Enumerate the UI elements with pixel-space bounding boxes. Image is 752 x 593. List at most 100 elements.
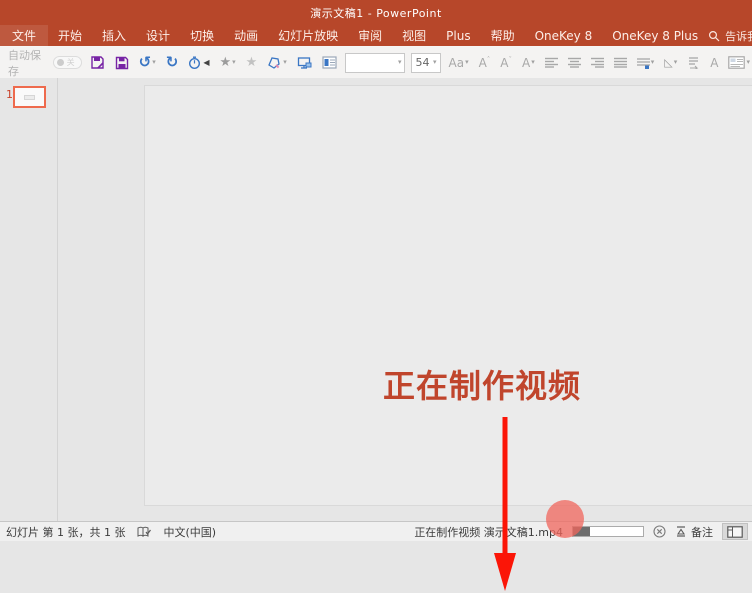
chevron-down-icon: ▾	[746, 59, 750, 66]
tab-animations[interactable]: 动画	[224, 25, 268, 47]
chevron-down-icon: ▾	[398, 59, 402, 66]
spellcheck-icon[interactable]	[137, 526, 151, 538]
tab-help[interactable]: 帮助	[481, 25, 525, 47]
language-indicator[interactable]: 中文(中国)	[163, 524, 216, 540]
tellme-search[interactable]: 告诉我你想要做什么	[708, 28, 752, 44]
redo-button[interactable]: ↻	[164, 54, 181, 71]
export-progress-fill	[573, 527, 590, 536]
tab-onekey8plus[interactable]: OneKey 8 Plus	[602, 25, 708, 47]
slide-thumbnail-panel: 1	[0, 78, 58, 521]
tab-view[interactable]: 视图	[392, 25, 436, 47]
tab-file[interactable]: 文件	[0, 25, 48, 47]
tab-transitions[interactable]: 切换	[180, 25, 224, 47]
chevron-down-icon: ▾	[651, 59, 655, 66]
align-left-icon	[545, 57, 558, 68]
annotation-arrow-icon	[492, 415, 518, 593]
export-status-text: 正在制作视频 演示文稿1.mp4	[414, 524, 563, 540]
chevron-down-icon: ▾	[674, 59, 678, 66]
document-preview-button[interactable]	[320, 55, 339, 70]
cancel-export-icon[interactable]	[653, 525, 666, 538]
title-bar: 演示文稿1 - PowerPoint	[0, 0, 752, 25]
window-title: 演示文稿1 - PowerPoint	[310, 5, 442, 21]
redo-icon: ↻	[166, 55, 179, 70]
chevron-down-icon: ▾	[433, 59, 437, 66]
font-name-combobox[interactable]: ▾	[345, 53, 406, 73]
tab-onekey8[interactable]: OneKey 8	[525, 25, 603, 47]
align-right-button[interactable]	[589, 56, 606, 69]
tab-home[interactable]: 开始	[48, 25, 92, 47]
slide-layout-button[interactable]: ▾	[726, 55, 752, 70]
tab-review[interactable]: 审阅	[348, 25, 392, 47]
rehearse-timings-button[interactable]: ◀	[186, 55, 211, 71]
monitor-icon	[297, 56, 312, 70]
align-center-button[interactable]	[566, 56, 583, 69]
normal-view-button[interactable]	[722, 523, 748, 540]
statusbar-left: 幻灯片 第 1 张，共 1 张 中文(中国)	[4, 524, 216, 540]
chevron-down-icon: ▾	[283, 59, 287, 66]
font-color-button[interactable]: A ▾	[520, 56, 537, 70]
chevron-down-icon: ▾	[465, 59, 469, 66]
status-bar: 幻灯片 第 1 张，共 1 张 中文(中国) 正在制作视频 演示文稿1.mp4 …	[0, 521, 752, 541]
text-direction-button[interactable]	[685, 56, 702, 70]
change-case-button[interactable]: Aa ▾	[447, 56, 471, 70]
save-button[interactable]	[113, 55, 131, 71]
thumbnail-placeholder	[24, 95, 35, 100]
present-online-button[interactable]	[295, 55, 314, 71]
font-size-combobox[interactable]: 54 ▾	[411, 53, 440, 73]
align-left-button[interactable]	[543, 56, 560, 69]
animation-style-button[interactable]: ★	[244, 55, 260, 70]
play-animation-button[interactable]: ★ ▾	[217, 55, 237, 70]
annotation-text: 正在制作视频	[383, 361, 598, 407]
shrink-font-button[interactable]: Aˇ	[498, 56, 514, 70]
notes-icon	[675, 526, 687, 537]
document-icon	[322, 56, 337, 69]
powerpoint-window: 演示文稿1 - PowerPoint 文件 开始 插入 设计 切换 动画 幻灯片…	[0, 0, 752, 541]
layout-icon	[728, 56, 745, 69]
character-button[interactable]: A	[708, 56, 720, 70]
freeform-shape-icon	[267, 56, 282, 70]
indent-icon	[637, 57, 650, 69]
tab-insert[interactable]: 插入	[92, 25, 136, 47]
font-size-value: 54	[415, 56, 429, 69]
tab-plus[interactable]: Plus	[436, 25, 480, 47]
statusbar-right: 正在制作视频 演示文稿1.mp4 备注	[414, 523, 748, 540]
paragraph-options-button[interactable]: ▾	[635, 56, 657, 70]
justify-icon	[614, 57, 627, 68]
ribbon-tab-row: 文件 开始 插入 设计 切换 动画 幻灯片放映 审阅 视图 Plus 帮助 On…	[0, 25, 752, 47]
star-icon: ★	[219, 56, 231, 69]
shape-tool-button[interactable]: ▾	[265, 55, 289, 71]
normal-view-icon	[727, 526, 743, 538]
star-dim-icon: ★	[246, 56, 258, 69]
save-icon	[115, 56, 129, 70]
align-center-icon	[568, 57, 581, 68]
save-as-button[interactable]	[88, 54, 107, 71]
justify-button[interactable]	[612, 56, 629, 69]
grow-font-button[interactable]: Aˆ	[477, 56, 493, 70]
tab-design[interactable]: 设计	[136, 25, 180, 47]
shade-icon: ◺	[664, 57, 672, 68]
main-area: 1 正在制作视频	[0, 78, 752, 521]
export-progress-bar	[572, 526, 644, 537]
autosave-toggle[interactable]: 关	[53, 56, 82, 69]
text-direction-icon	[687, 57, 700, 69]
undo-button[interactable]: ↺ ▾	[137, 54, 158, 71]
notes-button[interactable]: 备注	[675, 524, 713, 540]
save-edit-icon	[90, 55, 105, 70]
search-icon	[708, 30, 720, 42]
timer-play-icon: ◀	[203, 59, 209, 67]
quick-access-toolbar: 自动保存 关 ↺ ▾ ↻ ◀ ★ ▾ ★ ▾	[0, 47, 752, 78]
slide-thumbnail[interactable]	[13, 86, 46, 108]
slide-canvas[interactable]	[144, 85, 752, 506]
slide-number: 1	[6, 88, 13, 101]
chevron-down-icon: ▾	[531, 59, 535, 66]
align-right-icon	[591, 57, 604, 68]
chevron-down-icon: ▾	[152, 59, 156, 66]
shrink-font-icon: Aˇ	[500, 57, 512, 69]
font-color-icon: A	[522, 57, 530, 69]
chevron-down-icon: ▾	[232, 59, 236, 66]
tab-slideshow[interactable]: 幻灯片放映	[268, 25, 348, 47]
shape-effects-button[interactable]: ◺ ▾	[662, 56, 679, 69]
change-case-icon: Aa	[449, 57, 465, 69]
character-icon: A	[710, 57, 718, 69]
slide-info: 幻灯片 第 1 张，共 1 张	[6, 524, 125, 540]
